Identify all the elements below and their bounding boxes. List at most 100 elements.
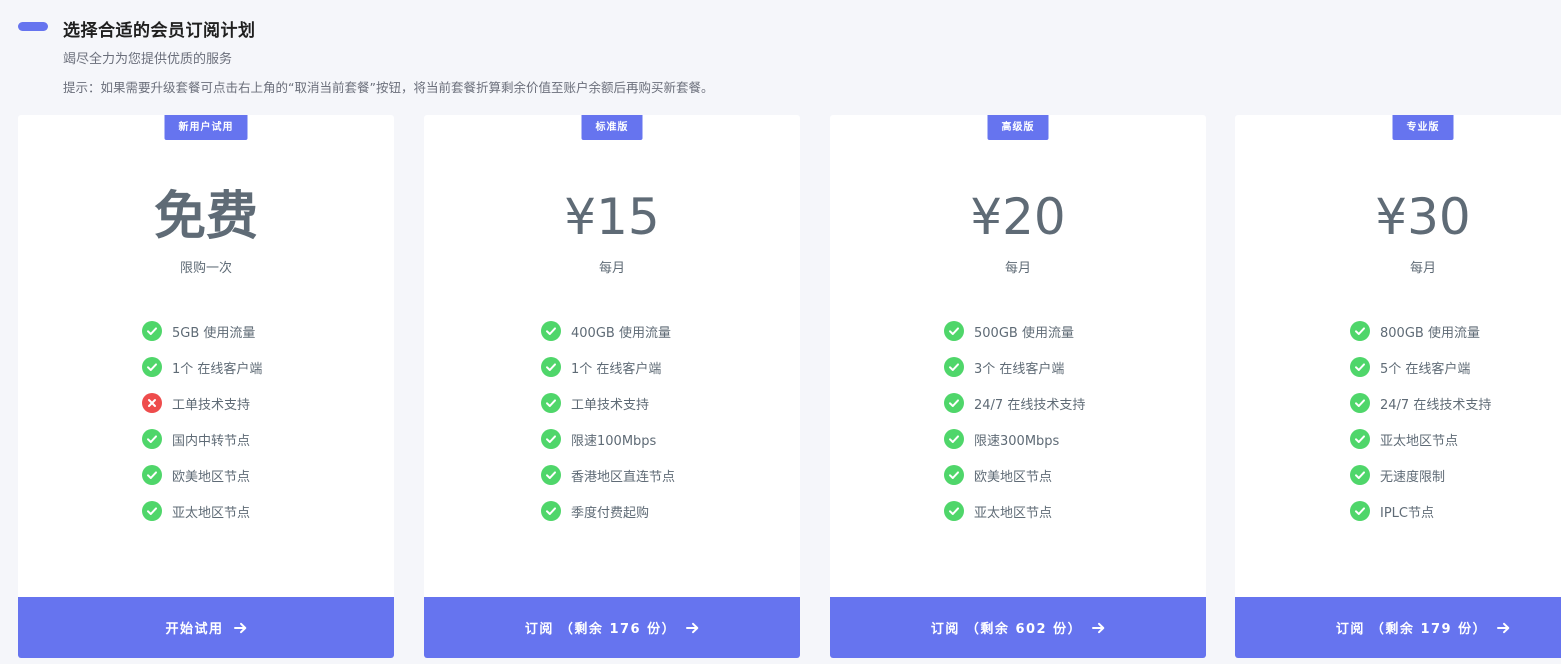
check-icon (541, 465, 561, 485)
check-icon (1350, 465, 1370, 485)
plan-price: ¥30 (1375, 188, 1471, 246)
feature-text: 亚太地区节点 (172, 505, 251, 521)
plan-card-standard: 标准版 ¥15 每月 400GB 使用流量 1个 在线客户端 工单技术支持 限速… (424, 115, 800, 658)
feature-text: 欧美地区节点 (974, 469, 1053, 485)
feature-text: 24/7 在线技术支持 (974, 397, 1086, 413)
check-icon (1350, 357, 1370, 377)
check-icon (1350, 429, 1370, 449)
feature-text: 国内中转节点 (172, 433, 251, 449)
plan-card-advanced: 高级版 ¥20 每月 500GB 使用流量 3个 在线客户端 24/7 在线技术… (830, 115, 1206, 658)
plan-period: 每月 (1004, 261, 1031, 276)
plan-period: 每月 (598, 261, 625, 276)
arrow-right-icon (686, 622, 699, 634)
button-label: 订阅 （剩余 176 份） (524, 622, 677, 637)
subscribe-standard-button[interactable]: 订阅 （剩余 176 份） (424, 597, 800, 658)
feature-item: 800GB 使用流量 (1350, 319, 1480, 343)
feature-text: 香港地区直连节点 (571, 469, 676, 485)
check-icon (944, 501, 964, 521)
check-icon (1350, 321, 1370, 341)
feature-item: 限速100Mbps (541, 427, 656, 451)
feature-item: 工单技术支持 (142, 391, 250, 415)
check-icon (541, 357, 561, 377)
check-icon (142, 501, 162, 521)
feature-text: 季度付费起购 (571, 505, 650, 521)
check-icon (142, 321, 162, 341)
subscribe-advanced-button[interactable]: 订阅 （剩余 602 份） (830, 597, 1206, 658)
feature-text: 1个 在线客户端 (172, 361, 263, 377)
plan-badge: 专业版 (1392, 115, 1454, 140)
feature-item: 3个 在线客户端 (944, 355, 1064, 379)
feature-text: 无速度限制 (1380, 469, 1446, 485)
feature-text: 400GB 使用流量 (571, 325, 671, 341)
feature-text: 亚太地区节点 (974, 505, 1053, 521)
feature-text: 工单技术支持 (571, 397, 650, 413)
plan-price: ¥15 (564, 188, 660, 246)
plan-card-pro: 专业版 ¥30 每月 800GB 使用流量 5个 在线客户端 24/7 在线技术… (1235, 115, 1561, 658)
arrow-right-icon (1092, 622, 1105, 634)
feature-item: 香港地区直连节点 (541, 463, 675, 487)
check-icon (142, 357, 162, 377)
feature-item: 24/7 在线技术支持 (1350, 391, 1491, 415)
check-icon (944, 321, 964, 341)
feature-text: 亚太地区节点 (1380, 433, 1459, 449)
feature-item: 限速300Mbps (944, 427, 1059, 451)
feature-text: 5GB 使用流量 (172, 325, 256, 341)
upgrade-tip: 提示：如果需要升级套餐可点击右上角的“取消当前套餐”按钮，将当前套餐折算剩余价值… (63, 80, 714, 95)
button-label: 开始试用 (165, 622, 224, 637)
check-icon (541, 501, 561, 521)
plan-badge: 高级版 (987, 115, 1049, 140)
feature-item: 国内中转节点 (142, 427, 250, 451)
feature-item: 5个 在线客户端 (1350, 355, 1470, 379)
feature-item: 工单技术支持 (541, 391, 649, 415)
plan-badge: 标准版 (581, 115, 643, 140)
start-trial-button[interactable]: 开始试用 (18, 597, 394, 658)
feature-item: 400GB 使用流量 (541, 319, 671, 343)
plan-card-trial: 新用户试用 免费 限购一次 5GB 使用流量 1个 在线客户端 工单技术支持 国… (18, 115, 394, 658)
arrow-right-icon (1497, 622, 1510, 634)
feature-text: 1个 在线客户端 (571, 361, 662, 377)
check-icon (541, 393, 561, 413)
feature-item: 5GB 使用流量 (142, 319, 255, 343)
feature-text: 欧美地区节点 (172, 469, 251, 485)
feature-text: 3个 在线客户端 (974, 361, 1065, 377)
subscribe-pro-button[interactable]: 订阅 （剩余 179 份） (1235, 597, 1561, 658)
feature-text: 500GB 使用流量 (974, 325, 1074, 341)
plan-period: 限购一次 (179, 261, 232, 276)
plan-period: 每月 (1409, 261, 1436, 276)
feature-item: 亚太地区节点 (1350, 427, 1458, 451)
title-accent-bar (18, 22, 48, 31)
button-label: 订阅 （剩余 179 份） (1335, 622, 1488, 637)
feature-text: 工单技术支持 (172, 397, 251, 413)
check-icon (142, 429, 162, 449)
feature-text: 800GB 使用流量 (1380, 325, 1480, 341)
check-icon (944, 393, 964, 413)
check-icon (944, 465, 964, 485)
arrow-right-icon (233, 622, 247, 634)
feature-text: IPLC节点 (1380, 505, 1434, 521)
check-icon (1350, 501, 1370, 521)
check-icon (944, 429, 964, 449)
feature-item: 1个 在线客户端 (142, 355, 262, 379)
cross-icon (142, 393, 162, 413)
plan-price: ¥20 (970, 188, 1066, 246)
feature-item: 1个 在线客户端 (541, 355, 661, 379)
button-label: 订阅 （剩余 602 份） (930, 622, 1083, 637)
page-header: 选择合适的会员订阅计划 竭尽全力为您提供优质的服务 提示：如果需要升级套餐可点击… (0, 0, 1561, 110)
feature-item: 亚太地区节点 (142, 499, 250, 523)
feature-item: 500GB 使用流量 (944, 319, 1074, 343)
feature-item: 欧美地区节点 (944, 463, 1052, 487)
feature-text: 限速300Mbps (974, 433, 1060, 449)
plan-price: 免费 (153, 187, 258, 247)
check-icon (1350, 393, 1370, 413)
check-icon (944, 357, 964, 377)
check-icon (541, 321, 561, 341)
check-icon (142, 465, 162, 485)
feature-text: 限速100Mbps (571, 433, 657, 449)
feature-item: 无速度限制 (1350, 463, 1445, 487)
page-title: 选择合适的会员订阅计划 (63, 21, 256, 41)
page-subtitle: 竭尽全力为您提供优质的服务 (63, 52, 233, 67)
feature-text: 24/7 在线技术支持 (1380, 397, 1492, 413)
feature-item: IPLC节点 (1350, 499, 1434, 523)
feature-item: 24/7 在线技术支持 (944, 391, 1085, 415)
feature-item: 欧美地区节点 (142, 463, 250, 487)
